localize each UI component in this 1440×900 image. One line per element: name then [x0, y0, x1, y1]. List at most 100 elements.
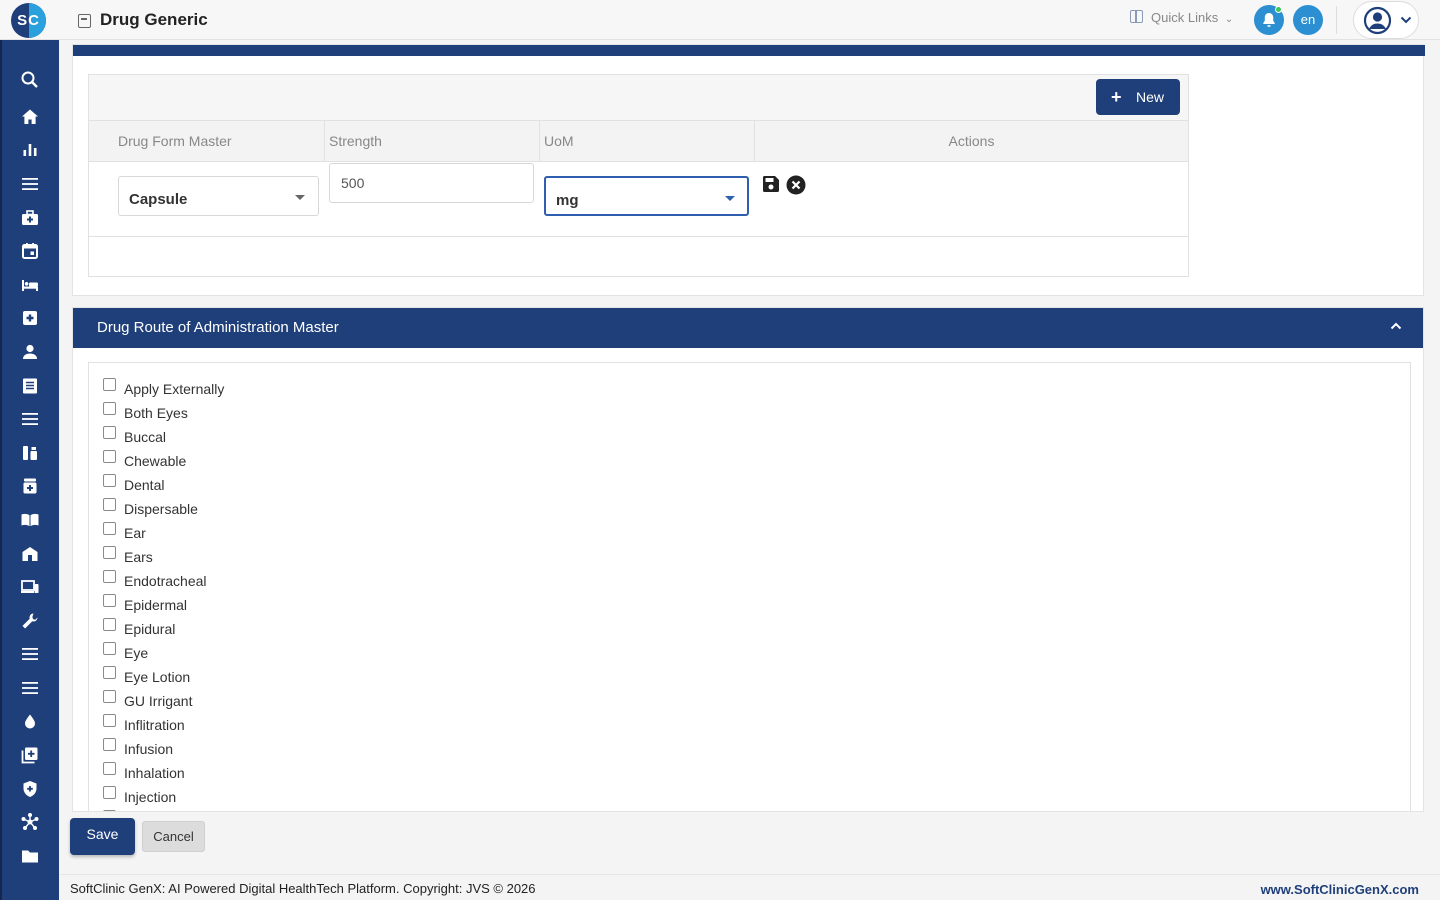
folder-icon[interactable] [20, 846, 40, 866]
divider [1336, 6, 1337, 34]
checkbox-label: Epidural [124, 621, 176, 637]
document-list-icon[interactable] [20, 376, 40, 396]
home-icon[interactable] [20, 107, 40, 127]
notification-bell-button[interactable] [1254, 5, 1284, 35]
checkbox[interactable] [103, 402, 116, 415]
checkbox[interactable] [103, 810, 116, 811]
lab-icon[interactable] [20, 443, 40, 463]
strength-input[interactable]: 500 [329, 163, 534, 203]
new-button-label: New [1136, 89, 1165, 105]
grid-toolbar: + New [89, 75, 1188, 121]
wrench-icon[interactable] [20, 611, 40, 631]
drug-form-value: Capsule [129, 191, 188, 208]
save-row-icon[interactable] [762, 175, 780, 193]
medical-bag-icon[interactable] [20, 208, 40, 228]
drug-form-dropdown[interactable]: Capsule [118, 176, 319, 216]
building-icon[interactable] [20, 544, 40, 564]
caret-down-icon [725, 196, 735, 201]
checkbox[interactable] [103, 378, 116, 391]
book-icon[interactable] [20, 510, 40, 530]
checkbox[interactable] [103, 474, 116, 487]
search-icon[interactable] [20, 70, 40, 90]
uom-dropdown[interactable]: mg [544, 176, 749, 216]
app-logo[interactable]: SC [11, 3, 46, 38]
checkbox[interactable] [103, 546, 116, 559]
drop-icon[interactable] [20, 712, 40, 732]
list-icon-2[interactable] [20, 644, 40, 664]
column-header-drug-form[interactable]: Drug Form Master [89, 121, 325, 161]
cancel-button[interactable]: Cancel [142, 821, 205, 852]
checkbox-label: Eye [124, 645, 149, 661]
sidebar [0, 40, 59, 900]
checkbox[interactable] [103, 690, 116, 703]
medical-cross-icon[interactable] [20, 308, 40, 328]
checkbox-label: Both Eyes [124, 405, 188, 421]
website-link[interactable]: www.SoftClinicGenX.com [1261, 882, 1419, 897]
add-box-icon[interactable] [20, 745, 40, 765]
column-header-uom[interactable]: UoM [540, 121, 755, 161]
checkbox[interactable] [103, 522, 116, 535]
checkbox-label: Eye Lotion [124, 669, 191, 685]
table-row: Capsule 500 mg [89, 163, 1188, 237]
quick-links-label: Quick Links [1151, 10, 1219, 25]
devices-icon[interactable] [20, 577, 40, 597]
network-icon[interactable] [20, 812, 40, 832]
checkbox-label: Endotracheal [124, 573, 207, 589]
checkbox[interactable] [103, 498, 116, 511]
person-icon[interactable] [20, 342, 40, 362]
bed-icon[interactable] [20, 275, 40, 295]
checkbox-label: Inflitration [124, 717, 185, 733]
panel-title: Drug Route of Administration Master [97, 319, 339, 336]
checkbox-label: Dental [124, 477, 165, 493]
profile-menu-button[interactable] [1353, 1, 1419, 39]
save-button[interactable]: Save [70, 818, 135, 855]
checkbox-label: Dispersable [124, 501, 198, 517]
drug-form-panel: + New Drug Form Master Strength UoM Acti… [72, 44, 1425, 296]
grid-header: Drug Form Master Strength UoM Actions [89, 121, 1188, 162]
checkbox[interactable] [103, 786, 116, 799]
logo-text: SC [17, 12, 40, 29]
checkbox-label: Infusion [124, 741, 174, 757]
list-icon[interactable] [20, 409, 40, 429]
checkbox[interactable] [103, 762, 116, 775]
checkbox[interactable] [103, 642, 116, 655]
gift-icon [1130, 10, 1143, 23]
cancel-row-icon[interactable] [786, 175, 806, 195]
checkbox-label: Apply Externally [124, 381, 225, 397]
route-administration-panel: Drug Route of Administration Master Appl… [72, 307, 1424, 812]
shield-icon[interactable] [20, 779, 40, 799]
language-button[interactable]: en [1293, 5, 1323, 35]
bell-icon [1263, 13, 1275, 27]
bar-chart-icon[interactable] [20, 140, 40, 160]
route-checkbox-list: Apply Externally Both Eyes Buccal Chewab… [88, 362, 1411, 811]
quick-links-menu[interactable]: Quick Links ⌄ [1130, 10, 1233, 25]
menu-icon[interactable] [20, 174, 40, 194]
new-button[interactable]: + New [1096, 79, 1180, 115]
checkbox[interactable] [103, 594, 116, 607]
checkbox[interactable] [103, 738, 116, 751]
calendar-icon[interactable] [20, 241, 40, 261]
page-icon [78, 14, 91, 28]
chevron-up-icon[interactable] [1389, 319, 1403, 333]
checkbox[interactable] [103, 618, 116, 631]
panel-header[interactable]: Drug Route of Administration Master [73, 308, 1423, 348]
pharmacy-icon[interactable] [20, 476, 40, 496]
column-header-strength[interactable]: Strength [325, 121, 540, 161]
checkbox-label: Injection [124, 789, 177, 805]
checkbox-label: Ears [124, 549, 153, 565]
checkbox[interactable] [103, 714, 116, 727]
checkbox[interactable] [103, 450, 116, 463]
chevron-down-icon [1400, 16, 1412, 24]
checkbox[interactable] [103, 666, 116, 679]
page-title: Drug Generic [100, 10, 208, 29]
checkbox[interactable] [103, 570, 116, 583]
column-header-actions: Actions [948, 133, 995, 149]
checkbox-label: GU Irrigant [124, 693, 193, 709]
checkbox-label: Inhalation [124, 765, 185, 781]
user-avatar-icon [1363, 6, 1392, 35]
list-icon-3[interactable] [20, 678, 40, 698]
checkbox-label: Epidermal [124, 597, 188, 613]
panel-header-strip [73, 45, 1425, 56]
checkbox[interactable] [103, 426, 116, 439]
checkbox-label: Chewable [124, 453, 187, 469]
